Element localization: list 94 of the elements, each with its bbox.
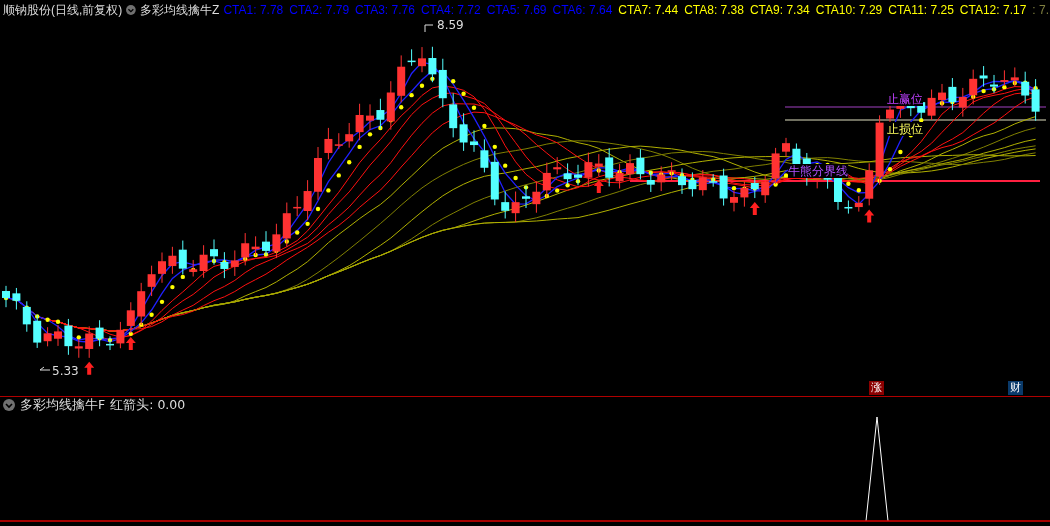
candlestick [355, 103, 364, 141]
up-arrow-icon [749, 202, 760, 216]
low-marker-icon [39, 366, 51, 371]
candlestick [314, 146, 322, 201]
low-price-label: 5.33 [52, 364, 79, 378]
candlestick [1021, 71, 1030, 105]
candlestick [106, 335, 114, 351]
candlestick [12, 287, 21, 311]
candlestick [345, 122, 354, 149]
candlestick [542, 162, 551, 198]
rise-badge: 涨 [869, 381, 884, 395]
candlestick [210, 238, 218, 266]
candlestick [657, 165, 666, 192]
candlestick [85, 325, 94, 359]
high-marker-icon [424, 24, 434, 33]
indicator-value: CTA10: 7.29 [815, 3, 883, 17]
indicator-value: CTA3: 7.76 [355, 3, 415, 17]
up-arrow-icon [864, 209, 875, 223]
indicator-reading: 红箭头: 0.00 [110, 396, 186, 414]
candlestick [771, 147, 780, 185]
candlestick [511, 191, 520, 223]
candlestick [220, 251, 229, 279]
candlestick [158, 252, 166, 284]
candlestick [688, 171, 697, 198]
candlestick [168, 246, 177, 275]
candlestick [137, 282, 146, 326]
candlestick [678, 167, 686, 195]
candlestick [698, 169, 707, 197]
candlestick [428, 46, 437, 83]
candlestick [958, 87, 967, 118]
candlestick [501, 190, 510, 219]
up-arrow-icon [84, 361, 95, 375]
candlestick [95, 319, 104, 347]
candlestick [459, 112, 468, 152]
candlestick [470, 129, 478, 153]
candlestick [532, 180, 541, 214]
up-arrow-icon [125, 336, 136, 350]
candlestick [854, 195, 863, 213]
indicator-value: CTA5: 7.69 [486, 3, 547, 17]
candlestick [282, 202, 291, 248]
finance-badge: 财 [1008, 381, 1023, 395]
candlestick [626, 153, 634, 180]
indicator-value: CTA11: 7.25 [888, 3, 954, 17]
candlestick [116, 321, 125, 349]
candlestick [54, 324, 62, 347]
candlestick [1031, 78, 1040, 122]
candlestick [927, 88, 936, 121]
candlestick [750, 176, 759, 199]
stop-loss-label: 止损位 [887, 122, 923, 136]
candlestick [147, 265, 156, 297]
indicator-name: 多彩均线擒牛F [20, 396, 106, 414]
high-price-label: 8.59 [437, 18, 464, 32]
candlestick [574, 164, 582, 186]
candlestick [1010, 66, 1019, 88]
candlestick [230, 249, 239, 277]
stop-profit-label: 止赢位 [887, 92, 923, 106]
indicator-name: 多彩均线擒牛Z [140, 1, 220, 19]
candlestick [262, 230, 270, 256]
indicator-value: CTA4: 7.72 [420, 3, 481, 17]
indicator-value: CTA6: 7.64 [552, 3, 613, 17]
indicator-value: CTA2: 7.79 [289, 3, 350, 17]
candlestick [730, 190, 738, 212]
candlestick [438, 58, 447, 108]
candlestick [990, 74, 998, 94]
candlestick [418, 46, 426, 73]
candlestick [844, 199, 853, 215]
candlestick [948, 77, 957, 111]
candlestick [938, 83, 946, 107]
candlestick [2, 285, 10, 308]
up-arrow-icon [593, 180, 604, 193]
candlestick [449, 92, 458, 138]
candlestick [553, 156, 562, 175]
stock-title: 顺钠股份(日线,前复权) [3, 1, 123, 19]
candlestick [1000, 69, 1009, 87]
indicator-value: CTA12: 7.17 [959, 3, 1027, 17]
dropdown-icon[interactable] [3, 399, 15, 411]
indicator-value: : 7. [1032, 3, 1049, 17]
candlestick [272, 223, 281, 259]
indicator-value: CTA8: 7.38 [684, 3, 744, 17]
candlestick [667, 161, 676, 182]
candlestick [522, 185, 530, 209]
indicator-value: CTA7: 7.44 [618, 3, 679, 17]
trend-line-label: 牛熊分界线 [788, 164, 848, 178]
candlestick [740, 181, 749, 208]
candlestick [563, 162, 572, 186]
candlestick [126, 301, 135, 334]
dropdown-icon[interactable] [126, 4, 137, 16]
indicator-value: CTA9: 7.34 [749, 3, 810, 17]
candlestick [178, 240, 187, 275]
indicator-value: CTA1: 7.78 [223, 3, 284, 17]
candlestick [366, 103, 374, 131]
candlestick [782, 137, 790, 157]
candlestick [22, 300, 31, 333]
candlestick [761, 175, 770, 204]
